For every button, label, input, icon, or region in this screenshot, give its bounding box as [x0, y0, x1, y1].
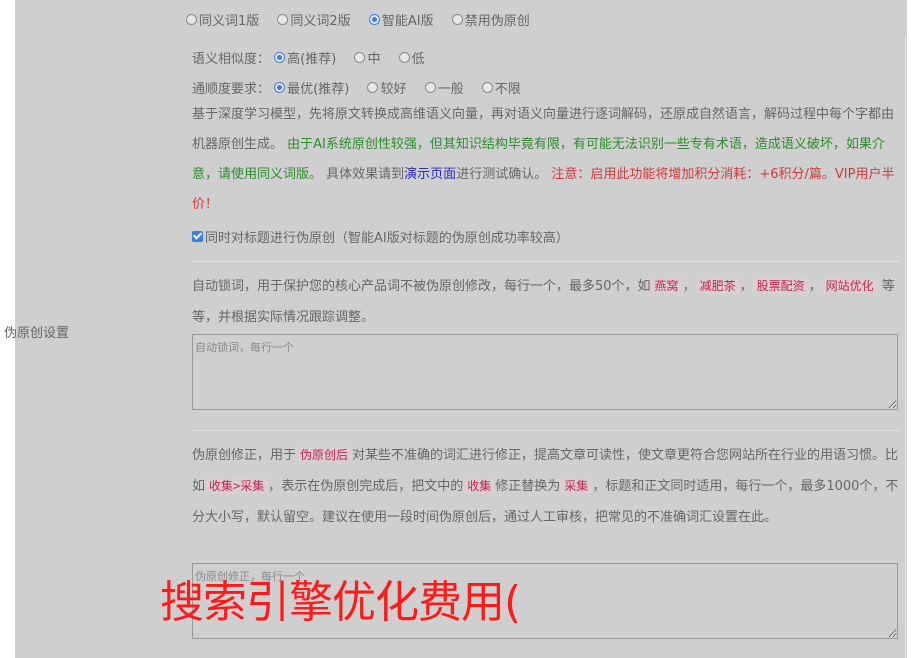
code-tag: 采集: [560, 478, 593, 494]
radio-fluency-any[interactable]: 不限: [481, 78, 521, 97]
similarity-row: 语义相似度： 高(推荐) 中 低: [192, 48, 439, 67]
radio-dot[interactable]: [186, 14, 197, 25]
radio-dot[interactable]: [354, 52, 366, 63]
lock-text: 自动锁词，用于保护您的核心产品词不被伪原创修改，每行一个，最多50个，如: [192, 279, 651, 294]
radio-label: 同义词1版: [199, 14, 260, 29]
radio-fluency-good[interactable]: 较好: [367, 78, 406, 97]
radio-label: 高(推荐): [287, 52, 337, 67]
radio-synonym-v1[interactable]: 同义词1版: [186, 10, 259, 29]
lock-words-textarea[interactable]: [192, 334, 898, 410]
radio-fluency-best[interactable]: 最优(推荐): [274, 78, 349, 97]
radio-label: 中: [367, 52, 381, 67]
code-tag: 收集>采集: [205, 478, 269, 494]
radio-ai-version[interactable]: 智能AI版: [368, 10, 434, 29]
code-tag: 收集: [463, 478, 496, 494]
radio-dot[interactable]: [367, 82, 379, 93]
radio-label: 最优(推荐): [287, 82, 350, 97]
similarity-label: 语义相似度：: [192, 52, 271, 67]
code-tag: 伪原创后: [296, 447, 353, 463]
radio-label: 智能AI版: [381, 14, 434, 29]
radio-label: 同义词2版: [290, 14, 351, 29]
title-checkbox-label: 同时对标题进行伪原创（智能AI版对标题的伪原创成功率较高）: [205, 231, 569, 246]
desc-text: 具体效果请到: [326, 167, 405, 182]
radio-dot[interactable]: [368, 14, 380, 25]
radio-dot[interactable]: [277, 14, 289, 25]
version-radio-group: 同义词1版 同义词2版 智能AI版 禁用伪原创: [186, 10, 544, 29]
radio-similarity-mid[interactable]: 中: [354, 48, 380, 67]
divider: [192, 430, 900, 431]
example-tag: 减肥茶: [695, 278, 740, 294]
radio-label: 一般: [437, 82, 464, 97]
radio-dot[interactable]: [398, 52, 410, 63]
radio-label: 低: [411, 52, 425, 67]
overlay-watermark-text: 搜索引擎优化费用(: [160, 577, 521, 628]
lock-words-description: 自动锁词，用于保护您的核心产品词不被伪原创修改，每行一个，最多50个，如 燕窝，减…: [192, 271, 900, 333]
ai-description: 基于深度学习模型，先将原文转换成高维语义向量，再对语义向量进行逐词解码，还原成自…: [192, 100, 900, 220]
correction-text: ，表示在伪原创完成后，把文中的: [268, 479, 464, 494]
desc-text: 进行测试确认。: [456, 167, 548, 182]
correction-description: 伪原创修正，用于 伪原创后 对某些不准确的词汇进行修正，提高文章可读性，使文章更符合…: [192, 440, 900, 533]
radio-label: 不限: [494, 82, 521, 97]
radio-synonym-v2[interactable]: 同义词2版: [277, 10, 351, 29]
row-label-pseudo-original: 伪原创设置: [4, 326, 70, 341]
radio-fluency-normal[interactable]: 一般: [424, 78, 464, 97]
radio-similarity-high[interactable]: 高(推荐): [274, 48, 336, 67]
divider: [192, 261, 900, 262]
sep: ，: [808, 279, 822, 294]
example-tag: 股票配资: [752, 278, 809, 294]
correction-text: 修正替换为: [495, 479, 561, 494]
radio-dot[interactable]: [274, 52, 286, 63]
sep: ，: [739, 279, 753, 294]
radio-dot[interactable]: [451, 14, 463, 25]
example-tag: 燕窝: [650, 278, 683, 294]
radio-similarity-low[interactable]: 低: [398, 48, 425, 67]
sep: ，: [682, 279, 696, 294]
correction-text: 伪原创修正，用于: [192, 448, 297, 463]
demo-page-link[interactable]: 演示页面: [404, 167, 456, 182]
radio-dot[interactable]: [274, 82, 286, 93]
title-checkbox[interactable]: [192, 231, 203, 242]
fluency-row: 通顺度要求： 最优(推荐) 较好 一般 不限: [192, 78, 535, 97]
title-checkbox-row[interactable]: 同时对标题进行伪原创（智能AI版对标题的伪原创成功率较高）: [192, 227, 569, 246]
radio-dot[interactable]: [424, 82, 436, 93]
radio-disable[interactable]: 禁用伪原创: [451, 10, 530, 29]
right-border: [905, 35, 906, 658]
example-tag: 网站优化: [821, 278, 878, 294]
fluency-label: 通顺度要求：: [192, 82, 271, 97]
radio-dot[interactable]: [481, 82, 493, 93]
radio-label: 禁用伪原创: [464, 14, 530, 29]
radio-label: 较好: [380, 82, 407, 97]
